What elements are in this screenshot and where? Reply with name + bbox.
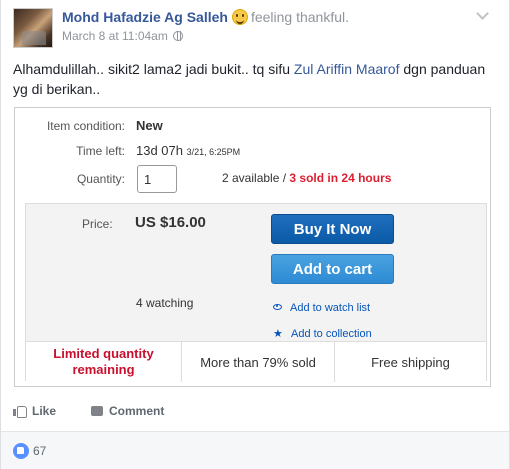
star-icon: ★ <box>273 328 283 340</box>
buy-it-now-button: Buy It Now <box>271 214 394 244</box>
smiley-emoji-icon <box>231 9 248 25</box>
watch-list-link: Add to watch list <box>273 302 370 314</box>
available-count: 2 available / <box>222 171 290 185</box>
quantity-input: 1 <box>137 165 177 193</box>
time-left-value: 13d 07h 3/21, 6:25PM <box>136 143 240 158</box>
reactions-summary[interactable]: 67 <box>13 443 46 459</box>
globe-icon <box>173 31 184 41</box>
timestamp-link[interactable]: March 8 at 11:04am <box>62 29 168 43</box>
buy-box: Price: US $16.00 4 watching Buy It Now A… <box>25 203 487 382</box>
limited-quantity-badge: Limited quantity remaining <box>53 346 154 377</box>
like-label: Like <box>32 404 57 418</box>
time-left-label: Time left: <box>76 144 125 158</box>
feeling-text: feeling thankful. <box>250 9 350 25</box>
time-left-date: 3/21, 6:25PM <box>186 147 241 157</box>
price-label: Price: <box>82 217 113 231</box>
watching-count: 4 watching <box>136 296 194 310</box>
price-value: US $16.00 <box>135 214 206 231</box>
listing-badges: Limited quantity remaining More than 79%… <box>26 341 486 382</box>
facebook-post: Mohd Hafadzie Ag Salleh feeling thankful.… <box>0 0 510 469</box>
condition-value: New <box>136 118 163 133</box>
sold-percent-badge: More than 79% sold <box>181 342 334 382</box>
like-reaction-icon <box>13 443 29 459</box>
comment-icon <box>91 406 103 416</box>
availability-text: 2 available / 3 sold in 24 hours <box>222 171 391 185</box>
post-body: Alhamdulillah.. sikit2 lama2 jadi bukit.… <box>13 59 493 99</box>
thumbs-up-icon <box>13 404 27 418</box>
condition-label: Item condition: <box>46 119 125 133</box>
collection-label: Add to collection <box>291 328 372 340</box>
post-timestamp: March 8 at 11:04am <box>62 29 184 43</box>
chevron-down-icon[interactable] <box>476 7 489 20</box>
comment-label: Comment <box>109 404 165 418</box>
free-shipping-badge: Free shipping <box>334 342 486 382</box>
comment-button[interactable]: Comment <box>91 404 164 418</box>
listing-screenshot-image[interactable]: Item condition: New Time left: 13d 07h 3… <box>14 107 491 387</box>
sold-24h: 3 sold in 24 hours <box>289 171 392 185</box>
add-to-cart-button: Add to cart <box>271 254 394 284</box>
author-avatar[interactable] <box>13 8 53 48</box>
collection-link: ★ Add to collection <box>273 327 372 340</box>
quantity-label: Quantity: <box>76 172 125 186</box>
time-left-duration: 13d 07h <box>136 143 183 158</box>
like-button[interactable]: Like <box>13 404 56 418</box>
eye-icon <box>273 304 282 310</box>
mention-link[interactable]: Zul Ariffin Maarof <box>294 61 400 77</box>
author-name[interactable]: Mohd Hafadzie Ag Salleh <box>62 9 228 25</box>
watch-list-label: Add to watch list <box>290 302 371 314</box>
reactions-footer: 67 <box>1 432 509 469</box>
post-header: Mohd Hafadzie Ag Salleh feeling thankful. <box>62 9 349 25</box>
post-text-start: Alhamdulillah.. sikit2 lama2 jadi bukit.… <box>13 61 294 77</box>
reaction-count: 67 <box>33 444 47 458</box>
